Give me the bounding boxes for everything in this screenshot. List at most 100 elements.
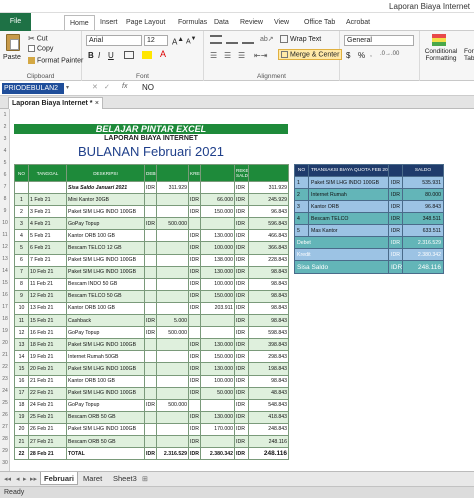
table-cell[interactable]: IDR bbox=[234, 314, 249, 328]
row-number[interactable]: 23 bbox=[0, 376, 10, 382]
row-number[interactable]: 15 bbox=[0, 280, 10, 286]
table-cell[interactable] bbox=[156, 253, 189, 267]
table-cell[interactable]: 418.843 bbox=[248, 410, 289, 424]
grow-font-icon[interactable]: A▲ bbox=[172, 36, 184, 47]
table-cell[interactable]: 548.843 bbox=[248, 398, 289, 412]
tab-data[interactable]: Data bbox=[214, 15, 229, 30]
align-left-icon[interactable]: ☰ bbox=[210, 51, 217, 60]
summary-saldo-currency[interactable]: IDR bbox=[388, 260, 403, 274]
row-number[interactable]: 17 bbox=[0, 304, 10, 310]
table-cell[interactable]: 4 Feb 21 bbox=[28, 217, 67, 231]
merge-center-button[interactable]: Merge & Center bbox=[278, 49, 343, 61]
row-number[interactable]: 11 bbox=[0, 232, 10, 238]
total-debet[interactable]: 2.316.529 bbox=[156, 447, 189, 461]
font-color-icon[interactable]: A bbox=[160, 49, 166, 59]
summary-cell[interactable]: 1 bbox=[294, 176, 309, 189]
summary-cell[interactable]: 348.511 bbox=[402, 212, 444, 225]
table-cell[interactable]: 5.000 bbox=[156, 314, 189, 328]
table-cell[interactable]: IDR bbox=[188, 374, 201, 388]
table-cell[interactable]: 100.000 bbox=[200, 277, 235, 291]
font-size-select[interactable]: 12 bbox=[144, 35, 168, 46]
table-cell[interactable]: 245.929 bbox=[248, 193, 289, 207]
table-cell[interactable]: 8 bbox=[14, 277, 29, 291]
cancel-icon[interactable]: ✕ bbox=[92, 83, 98, 91]
table-cell[interactable]: IDR bbox=[234, 434, 249, 449]
table-cell[interactable]: Bescam TELCO 50 GB bbox=[66, 289, 145, 303]
summary-cell[interactable]: IDR bbox=[388, 188, 403, 201]
italic-button[interactable]: I bbox=[98, 51, 100, 60]
table-cell[interactable]: IDR bbox=[188, 362, 201, 376]
table-cell[interactable]: IDR bbox=[188, 241, 201, 255]
table-cell[interactable] bbox=[156, 410, 189, 424]
table-cell[interactable]: IDR bbox=[188, 338, 201, 352]
table-cell[interactable]: IDR bbox=[188, 434, 201, 449]
fill-color-icon[interactable] bbox=[142, 51, 152, 59]
table-cell[interactable]: 100.000 bbox=[200, 241, 235, 255]
table-cell[interactable]: 5 Feb 21 bbox=[28, 229, 67, 243]
table-cell[interactable] bbox=[200, 180, 235, 195]
table-cell[interactable]: IDR bbox=[188, 253, 201, 267]
tab-formulas[interactable]: Formulas bbox=[178, 15, 207, 30]
table-cell[interactable]: IDR bbox=[234, 301, 249, 316]
summary-saldo-value[interactable]: 248.116 bbox=[402, 260, 444, 274]
bold-button[interactable]: B bbox=[88, 51, 94, 60]
table-cell[interactable]: 398.843 bbox=[248, 338, 289, 352]
table-cell[interactable] bbox=[156, 241, 189, 255]
table-cell[interactable] bbox=[200, 217, 235, 231]
table-cell[interactable] bbox=[144, 265, 157, 279]
table-cell[interactable] bbox=[144, 205, 157, 219]
wrap-text-button[interactable]: Wrap Text bbox=[280, 35, 321, 43]
table-cell[interactable] bbox=[188, 398, 201, 412]
table-cell[interactable]: IDR bbox=[234, 229, 249, 243]
total-kredit[interactable]: 2.380.342 bbox=[200, 447, 235, 461]
align-top-icon[interactable] bbox=[210, 35, 222, 44]
table-cell[interactable]: Bescam INDO 50 GB bbox=[66, 277, 145, 291]
indent-icon[interactable]: ⇤⇥ bbox=[254, 51, 267, 60]
table-cell[interactable]: 7 Feb 21 bbox=[28, 253, 67, 267]
table-cell[interactable]: 12 bbox=[14, 326, 29, 340]
total-no[interactable]: 22 bbox=[14, 447, 29, 461]
row-number[interactable]: 7 bbox=[0, 184, 10, 190]
table-cell[interactable] bbox=[200, 314, 235, 328]
row-number[interactable]: 12 bbox=[0, 244, 10, 250]
table-cell[interactable]: IDR bbox=[188, 410, 201, 424]
table-cell[interactable]: 24 Feb 21 bbox=[28, 398, 67, 412]
tab-acrobat[interactable]: Acrobat bbox=[346, 15, 370, 30]
table-cell[interactable]: 366.843 bbox=[248, 241, 289, 255]
table-cell[interactable] bbox=[188, 217, 201, 231]
table-cell[interactable]: 2 bbox=[14, 205, 29, 219]
table-cell[interactable]: 11 Feb 21 bbox=[28, 277, 67, 291]
table-cell[interactable]: Paket SIM LHG INDO 100GB bbox=[66, 338, 145, 352]
table-cell[interactable]: 19 Feb 21 bbox=[28, 350, 67, 364]
table-cell[interactable]: IDR bbox=[234, 253, 249, 267]
table-cell[interactable]: 311.929 bbox=[156, 180, 189, 195]
table-cell[interactable]: Paket SIM LHG INDO 100GB bbox=[66, 386, 145, 400]
row-number[interactable]: 30 bbox=[0, 460, 10, 466]
table-cell[interactable]: IDR bbox=[234, 350, 249, 364]
table-cell[interactable]: 138.000 bbox=[200, 253, 235, 267]
table-cell[interactable] bbox=[156, 205, 189, 219]
table-cell[interactable]: GoPay Topup bbox=[66, 398, 145, 412]
table-cell[interactable]: 98.843 bbox=[248, 374, 289, 388]
table-cell[interactable]: IDR bbox=[144, 314, 157, 328]
tab-insert[interactable]: Insert bbox=[100, 15, 118, 30]
table-cell[interactable]: IDR bbox=[234, 277, 249, 291]
summary-cell[interactable]: 4 bbox=[294, 212, 309, 225]
table-cell[interactable]: IDR bbox=[234, 410, 249, 424]
table-cell[interactable]: 500.000 bbox=[156, 398, 189, 412]
table-cell[interactable]: IDR bbox=[234, 386, 249, 400]
table-cell[interactable]: 298.843 bbox=[248, 350, 289, 364]
table-cell[interactable]: 16 bbox=[14, 374, 29, 388]
table-cell[interactable]: 5 bbox=[14, 241, 29, 255]
table-cell[interactable] bbox=[144, 277, 157, 291]
percent-button[interactable]: % bbox=[358, 51, 365, 60]
table-cell[interactable] bbox=[144, 338, 157, 352]
table-cell[interactable]: 596.843 bbox=[248, 217, 289, 231]
summary-cell[interactable]: IDR bbox=[388, 176, 403, 189]
align-middle-icon[interactable] bbox=[226, 35, 238, 44]
table-cell[interactable] bbox=[144, 434, 157, 449]
table-cell[interactable] bbox=[156, 434, 189, 449]
table-cell[interactable]: 14 bbox=[14, 350, 29, 364]
row-number[interactable]: 18 bbox=[0, 316, 10, 322]
table-cell[interactable]: Kantor ORB 100 GB bbox=[66, 374, 145, 388]
